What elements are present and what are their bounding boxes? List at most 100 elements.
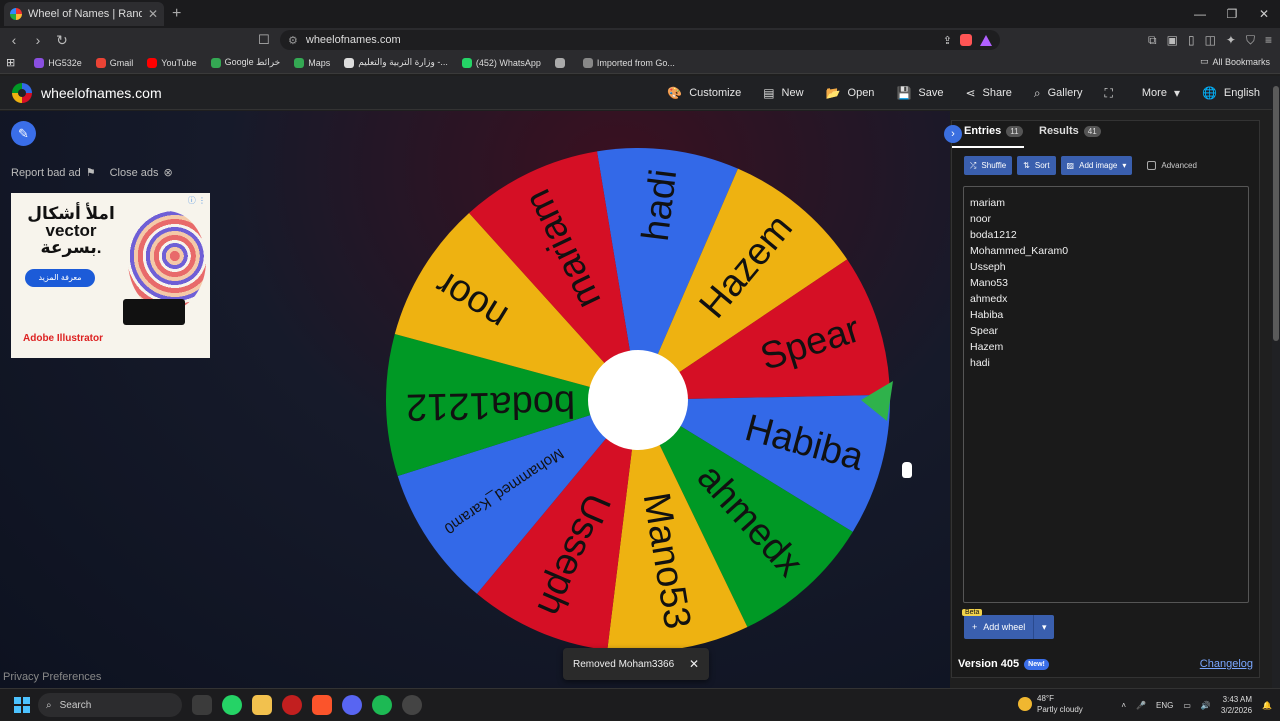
start-button[interactable] [14, 697, 30, 713]
bookmark-item[interactable]: Google خرائط [206, 57, 286, 68]
brand-title[interactable]: wheelofnames.com [41, 85, 162, 101]
menu-item-save[interactable]: 💾 Save [896, 86, 943, 100]
weather-widget[interactable]: 48°F Partly cloudy [1018, 693, 1083, 715]
file-explorer-icon[interactable] [252, 695, 272, 715]
toast-close-button[interactable]: ✕ [689, 657, 699, 671]
url-text[interactable]: wheelofnames.com [306, 34, 935, 46]
spin-wheel[interactable]: hadiHazemSpearHabibaahmedxMano53UssephMo… [383, 145, 893, 655]
bookmark-item[interactable]: Imported from Go... [578, 57, 680, 68]
clock[interactable]: 3:43 AM 3/2/2026 [1221, 694, 1252, 716]
entry-line[interactable]: ahmedx [970, 291, 1242, 307]
sort-button[interactable]: ⇅ Sort [1017, 156, 1056, 175]
extensions-icon[interactable]: ⧉ [1148, 33, 1157, 48]
menu-item-new[interactable]: ▤ New [763, 86, 803, 100]
brave-shields-icon[interactable] [960, 34, 972, 46]
sidebar-icon[interactable]: ▯ [1188, 33, 1195, 47]
page-scrollbar[interactable] [1272, 76, 1280, 688]
notifications-icon[interactable]: 🔔 [1262, 701, 1272, 710]
close-tab-icon[interactable]: ✕ [148, 7, 158, 21]
spotify-icon[interactable] [372, 695, 392, 715]
menu-item-share[interactable]: ⋖ Share [965, 86, 1011, 100]
add-wheel-main[interactable]: + Add wheel [964, 615, 1035, 639]
entry-line[interactable]: noor [970, 211, 1242, 227]
collapse-panel-button[interactable]: › [944, 125, 962, 143]
close-window-icon[interactable]: ✕ [1248, 0, 1280, 28]
bookmark-item[interactable]: Gmail [91, 57, 139, 68]
advertisement[interactable]: ⓘ ⋮ املأ أشكال vector بسرعة. معرفة المزي… [11, 193, 210, 358]
language-indicator[interactable]: ENG [1156, 701, 1173, 710]
wheel-logo-icon[interactable] [12, 83, 32, 103]
scrollbar-thumb[interactable] [1273, 86, 1279, 341]
back-icon[interactable]: ‹ [4, 32, 24, 48]
ad-info-icon[interactable]: ⓘ ⋮ [188, 195, 206, 206]
entry-line[interactable]: Habiba [970, 307, 1242, 323]
microphone-icon[interactable]: 🎤 [1136, 701, 1146, 710]
minimize-icon[interactable]: — [1184, 0, 1216, 28]
brave-taskbar-icon[interactable] [312, 695, 332, 715]
tab-entries[interactable]: Entries 11 [964, 125, 1023, 137]
report-bad-ad-link[interactable]: Report bad ad ⚑ [11, 166, 96, 180]
menu-item-english[interactable]: 🌐 English [1202, 86, 1260, 100]
bookmark-item[interactable] [550, 57, 574, 68]
add-wheel-dropdown-icon[interactable]: ▾ [1034, 622, 1054, 633]
shuffle-button[interactable]: ⤮ Shuffle [964, 156, 1013, 175]
wheel-center-hub[interactable] [588, 350, 688, 450]
maximize-icon[interactable]: ❐ [1216, 0, 1248, 28]
volume-icon[interactable]: 🔊 [1201, 701, 1211, 710]
apps-grid-icon[interactable]: ⊞ [6, 56, 15, 69]
entry-line[interactable]: boda1212 [970, 227, 1242, 243]
bookmark-item[interactable]: (452) WhatsApp [457, 57, 546, 68]
media-icon[interactable]: ▣ [1167, 33, 1178, 47]
task-view-icon[interactable] [192, 695, 212, 715]
leo-ai-icon[interactable]: ✦ [1226, 33, 1236, 47]
add-image-button[interactable]: ▨ Add image ▾ [1060, 156, 1133, 175]
new-tab-button[interactable]: + [172, 5, 181, 23]
share-page-icon[interactable]: ⇪ [943, 34, 952, 47]
menu-item-more[interactable]: More ▾ [1142, 86, 1180, 100]
menu-item-fullscreen[interactable]: ⛶ [1104, 86, 1119, 101]
close-ads-link[interactable]: Close ads ⊗ [110, 166, 173, 180]
entry-line[interactable]: Spear [970, 323, 1242, 339]
forward-icon[interactable]: › [28, 32, 48, 48]
changelog-link[interactable]: Changelog [1200, 658, 1253, 670]
bookmark-item[interactable]: YouTube [142, 57, 201, 68]
wallet-icon[interactable]: ◫ [1205, 33, 1216, 47]
browser-tab[interactable]: Wheel of Names | Random na ✕ [4, 2, 164, 26]
entry-line[interactable]: mariam [970, 195, 1242, 211]
app-red-icon[interactable] [282, 695, 302, 715]
entry-line[interactable]: hadi [970, 355, 1242, 371]
whatsapp-icon[interactable] [222, 695, 242, 715]
all-bookmarks[interactable]: ▭ All Bookmarks [1200, 56, 1270, 67]
reload-icon[interactable]: ↻ [52, 32, 72, 49]
entry-line[interactable]: Hazem [970, 339, 1242, 355]
taskbar-search[interactable]: ⌕ Search [38, 693, 182, 717]
entry-line[interactable]: Mohammed_Karam0 [970, 243, 1242, 259]
toast-notification: Removed Moham3366 ✕ [563, 648, 709, 680]
entry-line[interactable]: Mano53 [970, 275, 1242, 291]
discord-icon[interactable] [342, 695, 362, 715]
address-bar[interactable]: ⚙ wheelofnames.com ⇪ [280, 30, 1000, 50]
bookmark-page-icon[interactable]: ☐ [258, 32, 270, 48]
menu-item-gallery[interactable]: ⌕ Gallery [1034, 86, 1083, 101]
add-wheel-button[interactable]: + Add wheel ▾ [964, 615, 1055, 639]
bookmark-item[interactable]: وزارة التربية والتعليم -... [339, 57, 453, 68]
ad-cta-button[interactable]: معرفة المزيد [25, 269, 95, 287]
edit-pencil-button[interactable]: ✎ [11, 121, 36, 146]
site-settings-icon[interactable]: ⚙ [288, 34, 298, 47]
browser-menu-icon[interactable]: ≡ [1265, 33, 1272, 47]
privacy-preferences-link[interactable]: Privacy Preferences [3, 671, 101, 683]
entry-line[interactable]: Usseph [970, 259, 1242, 275]
checkbox-icon[interactable] [1147, 161, 1157, 170]
app-gear-icon[interactable] [402, 695, 422, 715]
bookmark-item[interactable]: Maps [289, 57, 335, 68]
vpn-icon[interactable]: ⛉ [1246, 33, 1255, 48]
chevron-up-icon[interactable]: ˄ [1121, 701, 1126, 710]
bookmark-item[interactable]: HG532e [29, 57, 87, 68]
brave-rewards-icon[interactable] [980, 34, 992, 46]
tab-results[interactable]: Results 41 [1039, 125, 1101, 137]
entries-textarea[interactable]: mariam noor boda1212 Mohammed_Karam0 Usseph M… [963, 186, 1249, 603]
advanced-checkbox[interactable]: Advanced [1147, 161, 1197, 170]
network-icon[interactable]: ▭ [1183, 701, 1191, 710]
menu-item-customize[interactable]: 🎨 Customize [667, 86, 741, 100]
menu-item-open[interactable]: 📂 Open [826, 86, 875, 100]
